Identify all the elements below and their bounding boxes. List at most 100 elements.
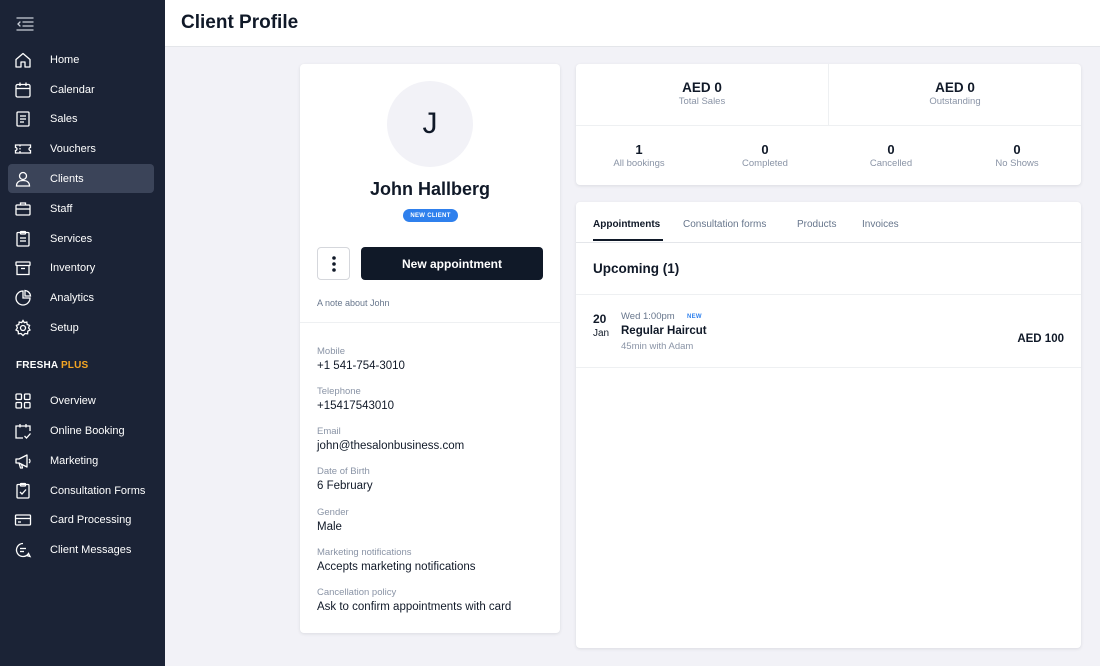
sidebar-item-marketing[interactable]: Marketing	[8, 446, 154, 475]
stat-total-sales: AED 0 Total Sales	[576, 64, 828, 125]
field-marketing-notifications: Marketing notifications Accepts marketin…	[317, 547, 476, 573]
sidebar-item-analytics[interactable]: Analytics	[8, 283, 154, 312]
field-gender: Gender Male	[317, 507, 349, 533]
menu-collapse-icon[interactable]	[16, 16, 34, 32]
tab-invoices[interactable]: Invoices	[862, 219, 899, 230]
sidebar-item-label: Calendar	[50, 83, 95, 96]
sidebar-item-card-processing[interactable]: Card Processing	[8, 505, 154, 534]
sidebar-item-label: Client Messages	[50, 543, 132, 556]
new-client-badge: NEW CLIENT	[403, 209, 458, 222]
stat-all-bookings: 1 All bookings	[576, 125, 702, 185]
sidebar-item-services[interactable]: Services	[8, 224, 154, 253]
sidebar-item-online-booking[interactable]: Online Booking	[8, 416, 154, 445]
field-email: Email john@thesalonbusiness.com	[317, 426, 464, 452]
sidebar-item-label: Clients	[50, 172, 84, 185]
sidebar-item-home[interactable]: Home	[8, 45, 154, 74]
stat-label: Completed	[742, 158, 788, 169]
active-tab-indicator	[593, 239, 663, 241]
stat-label: No Shows	[995, 158, 1039, 169]
stat-label: All bookings	[613, 158, 665, 169]
sidebar-item-label: Setup	[50, 321, 79, 334]
tab-appointments[interactable]: Appointments	[593, 219, 660, 230]
sidebar-item-client-messages[interactable]: Client Messages	[8, 535, 154, 564]
sidebar-item-label: Staff	[50, 202, 73, 215]
sidebar-item-label: Marketing	[50, 454, 99, 467]
sales-icon	[14, 110, 32, 128]
stat-label: Total Sales	[678, 96, 726, 107]
stat-label: Cancelled	[869, 158, 913, 169]
client-note-field[interactable]: A note about John	[317, 298, 390, 308]
appointment-detail: 45min with Adam	[621, 341, 694, 352]
sidebar-item-label: Card Processing	[50, 513, 132, 526]
appointment-month: Jan	[593, 328, 610, 339]
sidebar-item-label: Inventory	[50, 261, 96, 274]
field-label: Email	[317, 426, 341, 437]
sidebar-item-overview[interactable]: Overview	[8, 386, 154, 415]
sidebar-item-inventory[interactable]: Inventory	[8, 253, 154, 282]
appointment-status-badge: NEW	[687, 314, 702, 320]
briefcase-icon	[14, 200, 32, 218]
inventory-icon	[14, 259, 32, 277]
stat-value: 0	[1013, 142, 1021, 157]
field-value: +15417543010	[317, 400, 395, 412]
gear-icon	[14, 318, 32, 337]
appointment-service: Regular Haircut	[621, 325, 707, 337]
sidebar-item-label: Vouchers	[50, 142, 96, 155]
brand-fresha-plus: FRESHA PLUS	[16, 360, 88, 371]
grid-icon	[14, 392, 32, 410]
stat-completed: 0 Completed	[702, 125, 828, 185]
sidebar-item-label: Overview	[50, 394, 96, 407]
stat-no-shows: 0 No Shows	[954, 125, 1080, 185]
appointments-card: Appointments Consultation forms Products…	[576, 202, 1081, 648]
card-icon	[14, 511, 32, 529]
brand-name: FRESHA	[16, 360, 58, 371]
sidebar-item-consultation-forms[interactable]: Consultation Forms	[8, 476, 154, 505]
tab-products[interactable]: Products	[797, 219, 836, 230]
field-value: +1 541-754-3010	[317, 360, 405, 372]
stat-outstanding: AED 0 Outstanding	[829, 64, 1081, 125]
stat-cancelled: 0 Cancelled	[828, 125, 954, 185]
stat-amount: AED 0	[682, 80, 722, 95]
sidebar-item-sales[interactable]: Sales	[8, 104, 154, 133]
sidebar-item-label: Sales	[50, 112, 78, 125]
upcoming-heading: Upcoming (1)	[593, 261, 680, 276]
calendar-icon	[14, 81, 32, 99]
stat-label: Outstanding	[929, 96, 981, 107]
appointment-item[interactable]: 20 Jan Wed 1:00pm NEW Regular Haircut 45…	[576, 295, 1081, 367]
sidebar-item-clients[interactable]: Clients	[8, 164, 154, 193]
sidebar-item-vouchers[interactable]: Vouchers	[8, 134, 154, 163]
vertical-dots-icon	[331, 255, 336, 272]
sidebar-item-calendar[interactable]: Calendar	[8, 75, 154, 104]
new-appointment-button[interactable]: New appointment	[361, 247, 543, 280]
avatar: J	[387, 81, 473, 167]
sidebar-item-label: Analytics	[50, 291, 95, 304]
sidebar-item-setup[interactable]: Setup	[8, 313, 154, 342]
user-icon	[14, 170, 32, 188]
page-title: Client Profile	[181, 12, 299, 33]
services-icon	[14, 230, 32, 248]
divider	[300, 322, 560, 323]
home-icon	[14, 51, 32, 69]
sidebar-item-label: Home	[50, 53, 80, 66]
megaphone-icon	[14, 452, 32, 470]
sidebar-item-staff[interactable]: Staff	[8, 194, 154, 223]
field-date-of-birth: Date of Birth 6 February	[317, 466, 373, 492]
field-value: john@thesalonbusiness.com	[317, 440, 465, 452]
brand-plus: PLUS	[60, 360, 89, 371]
sidebar-item-label: Services	[50, 232, 93, 245]
sidebar-item-label: Consultation Forms	[50, 484, 146, 497]
divider	[576, 242, 1081, 243]
voucher-icon	[14, 140, 32, 158]
field-mobile: Mobile +1 541-754-3010	[317, 346, 405, 372]
sidebar-item-label: Online Booking	[50, 424, 125, 437]
tab-consultation-forms[interactable]: Consultation forms	[683, 219, 766, 230]
field-label: Mobile	[317, 346, 345, 357]
calendar-check-icon	[14, 422, 32, 440]
more-options-button[interactable]	[317, 247, 350, 280]
client-stats-card: AED 0 Total Sales AED 0 Outstanding 1 Al…	[576, 64, 1081, 185]
clipboard-check-icon	[14, 482, 32, 500]
field-label: Marketing notifications	[317, 547, 412, 558]
field-label: Cancellation policy	[317, 587, 397, 598]
page-header: Client Profile	[165, 0, 1100, 47]
field-label: Gender	[317, 507, 349, 518]
